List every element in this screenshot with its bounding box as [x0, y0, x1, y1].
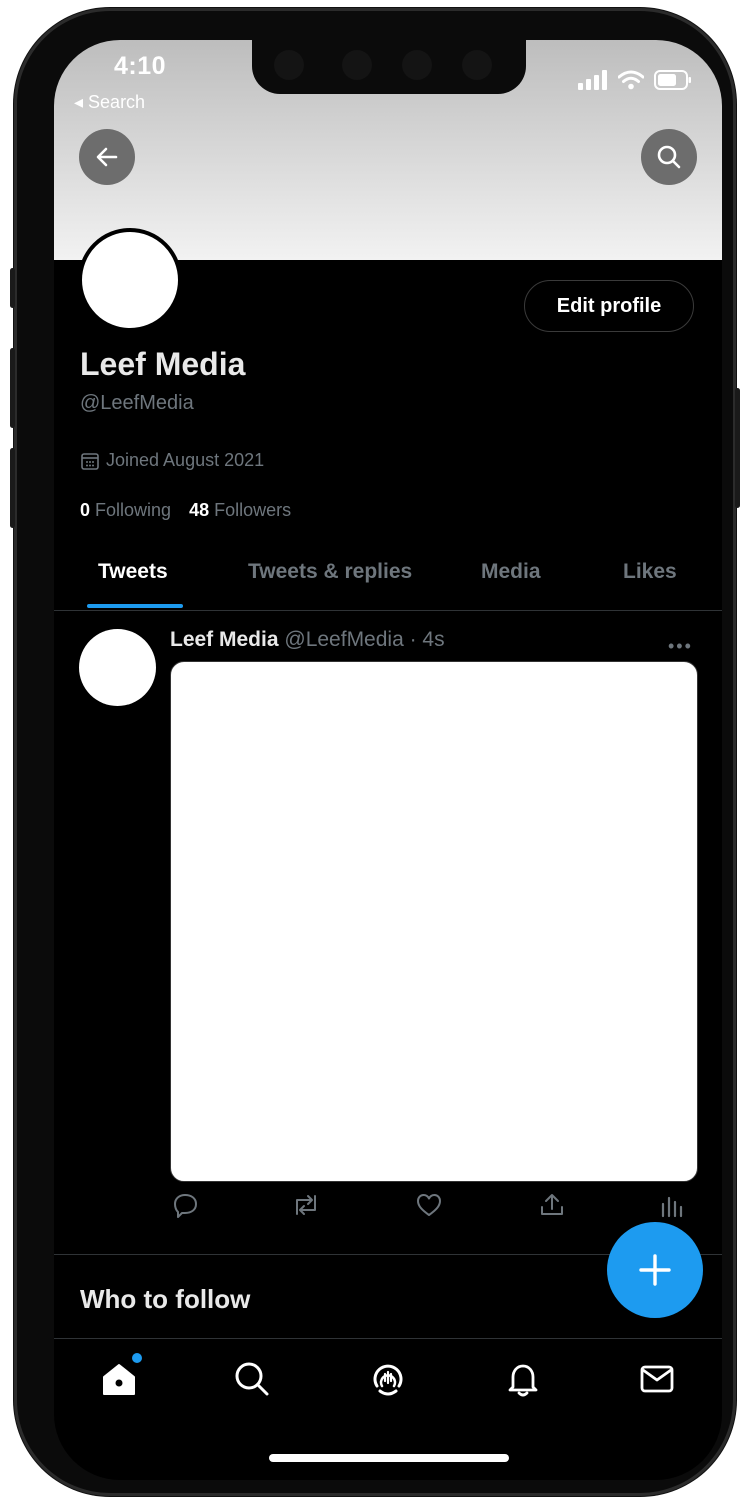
profile-tabs: Tweets Tweets & replies Media Likes [54, 552, 722, 611]
volume-up-button [10, 348, 15, 428]
sensor-icon [462, 50, 492, 80]
back-button[interactable] [79, 129, 135, 185]
home-icon [103, 1364, 135, 1395]
nav-home[interactable] [99, 1359, 139, 1399]
messages-icon [640, 1365, 674, 1393]
tweet-media[interactable] [170, 661, 698, 1182]
signal-icon [578, 70, 607, 90]
plus-icon [639, 1254, 671, 1286]
camera-icon [274, 50, 304, 80]
camera-notch [252, 40, 526, 94]
following-label: Following [95, 500, 172, 520]
home-indicator[interactable] [269, 1454, 509, 1462]
tweet-author-handle: @LeefMedia [284, 628, 404, 651]
back-to-app-link[interactable]: ◂ Search [74, 92, 145, 113]
tweet-more-icon[interactable]: ••• [668, 636, 693, 657]
following-link[interactable]: 0 Following [80, 500, 171, 521]
search-button[interactable] [641, 129, 697, 185]
nav-spaces[interactable] [368, 1359, 408, 1399]
follow-stats: 0 Following 48 Followers [80, 500, 291, 521]
power-button [735, 388, 740, 508]
phone-frame: 4:10 ◂ Search Edit profile Leef Media @L… [10, 8, 740, 1496]
home-notification-dot [132, 1353, 142, 1363]
sensor-icon [402, 50, 432, 80]
like-icon[interactable] [414, 1190, 444, 1220]
followers-label: Followers [214, 500, 292, 520]
tweet-author-avatar[interactable] [79, 629, 156, 706]
edit-profile-button[interactable]: Edit profile [524, 280, 694, 332]
analytics-icon[interactable] [658, 1190, 688, 1220]
joined-label: Joined August 2021 [106, 450, 265, 470]
battery-icon [654, 70, 691, 90]
bottom-navigation [54, 1338, 722, 1429]
notifications-icon [508, 1364, 538, 1397]
followers-link[interactable]: 48 Followers [189, 500, 291, 521]
tweet-header: Leef Media @LeefMedia · 4s [170, 628, 445, 652]
nav-notifications[interactable] [503, 1359, 543, 1399]
app-screen: 4:10 ◂ Search Edit profile Leef Media @L… [54, 40, 722, 1480]
volume-down-button [10, 448, 15, 528]
profile-avatar[interactable] [78, 228, 182, 332]
compose-tweet-button[interactable] [607, 1222, 703, 1318]
wifi-icon [618, 70, 644, 90]
spaces-icon [373, 1364, 403, 1396]
tab-tweets-and-replies[interactable]: Tweets & replies [248, 560, 412, 584]
sensor-icon [342, 50, 372, 80]
tab-likes[interactable]: Likes [623, 560, 677, 584]
share-icon[interactable] [537, 1190, 567, 1220]
search-icon [657, 145, 681, 169]
joined-date: Joined August 2021 [80, 450, 264, 471]
tweet-actions [170, 1190, 696, 1226]
calendar-icon [81, 452, 99, 470]
profile-display-name: Leef Media [80, 346, 246, 382]
following-count: 0 [80, 500, 91, 520]
mute-switch [10, 268, 15, 308]
nav-messages[interactable] [637, 1359, 677, 1399]
tab-media[interactable]: Media [481, 560, 541, 584]
tab-tweets[interactable]: Tweets [98, 560, 168, 584]
reply-icon[interactable] [170, 1190, 200, 1220]
active-tab-indicator [87, 604, 183, 608]
tweet-timestamp: · 4s [409, 628, 445, 651]
status-icons [578, 68, 692, 92]
retweet-icon[interactable] [290, 1190, 322, 1220]
tweet-author-name[interactable]: Leef Media [170, 628, 279, 651]
followers-count: 48 [189, 500, 210, 520]
profile-handle: @LeefMedia [80, 392, 194, 414]
nav-search[interactable] [232, 1359, 272, 1399]
back-arrow-icon [96, 147, 118, 167]
search-icon [235, 1362, 269, 1396]
who-to-follow-heading: Who to follow [80, 1284, 251, 1314]
status-time: 4:10 [114, 52, 167, 80]
